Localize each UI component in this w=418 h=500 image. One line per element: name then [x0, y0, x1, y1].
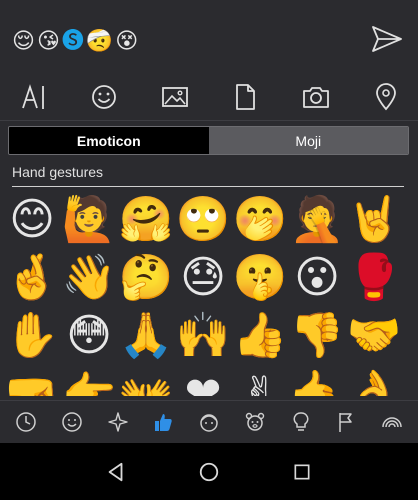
emoji-cell[interactable]: 👐	[118, 366, 174, 396]
emoji-cell[interactable]: 🙄	[175, 192, 231, 248]
section-title: Hand gestures	[12, 164, 104, 180]
emoji-cell[interactable]: 👍	[232, 308, 288, 364]
animal-icon[interactable]	[241, 408, 269, 436]
compose-area[interactable]: 😌 😘 🅢 🤕 😵	[0, 0, 418, 74]
file-icon[interactable]	[229, 81, 261, 113]
emoji-cell[interactable]: 🤘	[346, 192, 402, 248]
picker-tabs: Emoticon Moji	[8, 126, 409, 155]
emoji-cell[interactable]: 👋	[61, 250, 117, 306]
emoji-cell[interactable]: 🤫	[232, 250, 288, 306]
emoji-cell[interactable]: 👉	[61, 366, 117, 396]
send-icon[interactable]	[370, 24, 404, 54]
tab-emoticon[interactable]: Emoticon	[9, 127, 209, 154]
bulb-icon[interactable]	[287, 408, 315, 436]
thumbs-up-icon[interactable]	[149, 408, 177, 436]
flag-icon[interactable]	[332, 408, 360, 436]
home-icon[interactable]	[195, 458, 223, 486]
toolbar-divider	[0, 120, 418, 121]
recent-icon[interactable]	[12, 408, 40, 436]
tab-moji[interactable]: Moji	[208, 127, 408, 154]
smiley-icon[interactable]	[58, 408, 86, 436]
section-divider	[12, 186, 404, 187]
emoji-cell[interactable]: 😊	[4, 192, 60, 248]
emoji-cell[interactable]: ✌	[232, 366, 288, 396]
emoji-skype: 🅢	[61, 29, 84, 54]
emoji-cell[interactable]: 🤭	[232, 192, 288, 248]
emoji-cell[interactable]: 🤜	[4, 366, 60, 396]
rainbow-icon[interactable]	[378, 408, 406, 436]
camera-icon[interactable]	[300, 81, 332, 113]
emoji-relieved: 😌	[12, 29, 35, 54]
emoji-cell[interactable]: 😮	[289, 250, 345, 306]
emoji-dizzy: 😵	[115, 29, 139, 54]
emoji-cell[interactable]: 🤦	[289, 192, 345, 248]
emoji-cell[interactable]: 🤝	[346, 308, 402, 364]
emoji-hurt: 🤕	[85, 29, 114, 54]
emoji-cell[interactable]: 🙏	[118, 308, 174, 364]
emoji-cell[interactable]: 😳	[61, 308, 117, 364]
emoji-cell[interactable]: 🥊	[346, 250, 402, 306]
emoji-cell[interactable]: 🤗	[118, 192, 174, 248]
emoji-cell[interactable]: 😓	[175, 250, 231, 306]
face-icon[interactable]	[195, 408, 223, 436]
emoji-cell[interactable]: ✋	[4, 308, 60, 364]
text-format-icon[interactable]	[18, 81, 50, 113]
emoji-cell[interactable]: 🙋	[61, 192, 117, 248]
emoji-cell[interactable]: 🤙	[289, 366, 345, 396]
sparkle-icon[interactable]	[104, 408, 132, 436]
recents-icon[interactable]	[288, 458, 316, 486]
emoji-cell[interactable]: 🤞	[4, 250, 60, 306]
category-bar	[0, 400, 418, 442]
attachment-toolbar	[0, 76, 418, 118]
location-icon[interactable]	[370, 81, 402, 113]
emoji-grid: 😊 🙋 🤗 🙄 🤭 🤦 🤘 🤞 👋 🤔 😓 🤫 😮 🥊 ✋ 😳 🙏 🙌 👍 👎 …	[4, 192, 414, 396]
emoji-cell[interactable]: ❤	[175, 366, 231, 396]
back-icon[interactable]	[102, 458, 130, 486]
system-nav-bar	[0, 443, 418, 500]
emoji-cell[interactable]: 🙌	[175, 308, 231, 364]
emoticon-icon[interactable]	[88, 81, 120, 113]
emoji-cell[interactable]: 👎	[289, 308, 345, 364]
compose-text[interactable]: 😌 😘 🅢 🤕 😵	[12, 28, 138, 56]
emoji-cell[interactable]: 🤔	[118, 250, 174, 306]
emoji-cell[interactable]: 👌	[346, 366, 402, 396]
emoji-kiss: 😘	[36, 29, 60, 54]
image-icon[interactable]	[159, 81, 191, 113]
